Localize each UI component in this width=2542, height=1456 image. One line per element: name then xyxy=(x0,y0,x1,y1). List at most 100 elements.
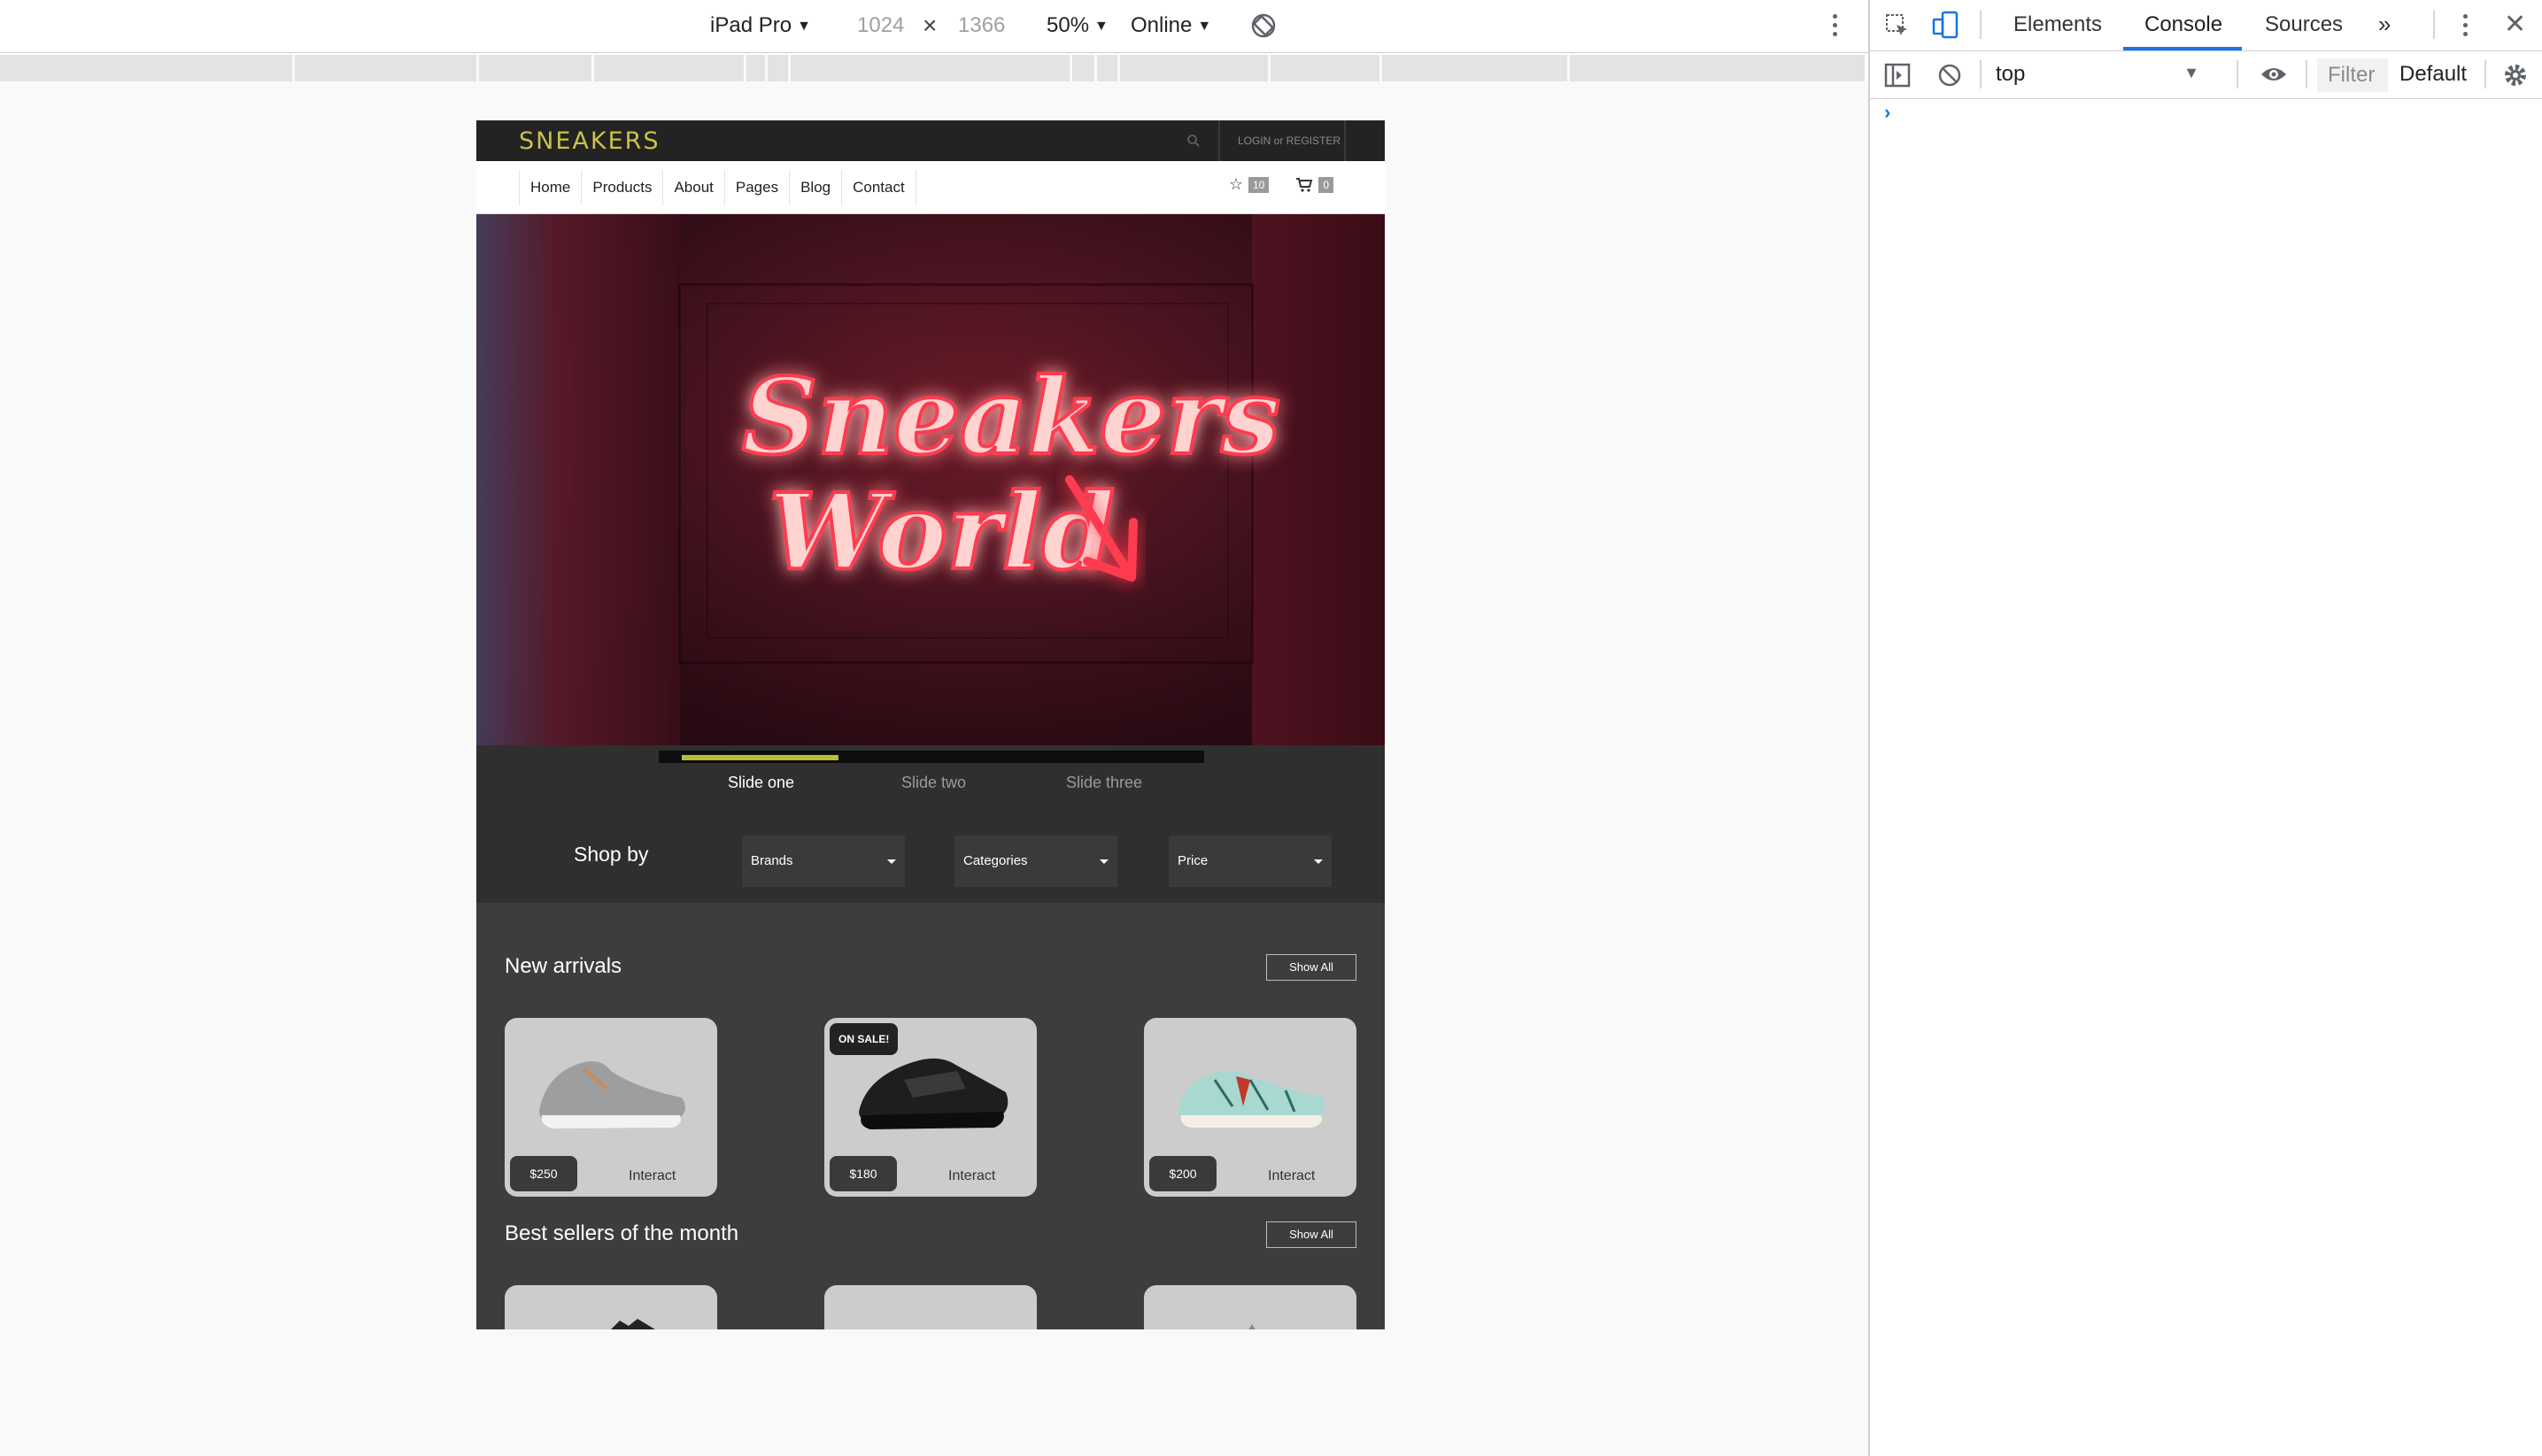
device-toggle-icon[interactable] xyxy=(1932,11,1960,43)
rotate-icon[interactable] xyxy=(1250,12,1277,43)
divider xyxy=(1980,60,1982,89)
nav-blog[interactable]: Blog xyxy=(789,170,841,205)
sneaker-image xyxy=(611,1319,655,1329)
best-sellers-title: Best sellers of the month xyxy=(505,1221,739,1245)
tab-sources[interactable]: Sources xyxy=(2265,12,2343,37)
product-card[interactable]: $250 Interact xyxy=(505,1018,717,1197)
tab-elements[interactable]: Elements xyxy=(2013,12,2102,37)
nav-home[interactable]: Home xyxy=(519,170,581,205)
search-icon[interactable] xyxy=(1186,134,1201,148)
product-card[interactable]: $200 Interact xyxy=(1144,1018,1356,1197)
nav-products[interactable]: Products xyxy=(581,170,662,205)
slider-progress-fill xyxy=(682,755,838,760)
caret-down-icon xyxy=(887,859,896,864)
sidebar-toggle-icon[interactable] xyxy=(1884,63,1911,92)
interact-link[interactable]: Interact xyxy=(948,1168,995,1184)
dropdown-label: Price xyxy=(1178,853,1209,868)
console-toolbar: top ▼ Filter Default xyxy=(1870,51,2542,99)
site-logo[interactable]: SNEAKERS xyxy=(519,127,661,155)
product-card[interactable] xyxy=(1144,1285,1356,1329)
inspect-element-icon[interactable] xyxy=(1884,12,1911,43)
device-select[interactable]: iPad Pro ▼ xyxy=(710,12,811,40)
brands-dropdown[interactable]: Brands xyxy=(742,836,905,887)
devtools-menu-icon[interactable] xyxy=(2463,14,2469,36)
slider-controls: Slide one Slide two Slide three xyxy=(476,745,1385,811)
nav-pages[interactable]: Pages xyxy=(723,170,789,205)
shop-by-title: Shop by xyxy=(574,843,649,866)
slide-two-button[interactable]: Slide two xyxy=(901,774,966,792)
caret-down-icon: ▼ xyxy=(2183,64,2199,81)
viewport-height-input[interactable]: 1366 xyxy=(958,12,1005,39)
console-prompt-icon[interactable]: › xyxy=(1884,101,1890,124)
device-toolbar: iPad Pro ▼ 1024 × 1366 50% ▼ Online ▼ xyxy=(0,0,1868,53)
divider xyxy=(1218,120,1220,161)
interact-link[interactable]: Interact xyxy=(1268,1168,1315,1184)
zoom-value: 50% xyxy=(1047,13,1090,37)
price-tag: $200 xyxy=(1149,1156,1217,1191)
live-expression-eye-icon[interactable] xyxy=(2260,64,2288,89)
caret-down-icon: ▼ xyxy=(1094,19,1109,34)
sneaker-image xyxy=(859,1058,1008,1129)
network-value: Online xyxy=(1131,13,1193,37)
nav-about[interactable]: About xyxy=(662,170,723,205)
star-icon: ☆ xyxy=(1228,175,1243,193)
wishlist-count: 10 xyxy=(1248,176,1270,193)
console-filter-input[interactable]: Filter xyxy=(2317,58,2388,92)
emulated-page: SNEAKERS LOGIN or REGISTER Home Products… xyxy=(476,120,1385,1329)
media-query-ruler xyxy=(0,55,1865,81)
product-card[interactable] xyxy=(505,1285,717,1329)
price-tag: $180 xyxy=(830,1156,897,1191)
clear-console-icon[interactable] xyxy=(1937,63,1962,92)
more-tabs-icon[interactable]: » xyxy=(2378,11,2391,38)
products-section: New arrivals Show All $250 Interact ON S… xyxy=(476,903,1385,1329)
nav-icons: ☆ 10 0 xyxy=(1229,175,1333,194)
viewport-width-input[interactable]: 1024 xyxy=(857,12,904,39)
cart-icon xyxy=(1296,177,1313,192)
login-register-link[interactable]: LOGIN or REGISTER xyxy=(1238,135,1341,147)
devtools-tabbar: Elements Console Sources » ✕ xyxy=(1870,0,2542,51)
active-tab-indicator xyxy=(2123,47,2242,50)
site-navbar: Home Products About Pages Blog Contact ☆… xyxy=(476,161,1385,214)
log-levels-select[interactable]: Default xyxy=(2399,62,2467,87)
more-options-icon[interactable] xyxy=(1833,14,1838,36)
slider-progress xyxy=(659,751,1204,763)
interact-link[interactable]: Interact xyxy=(629,1168,676,1184)
divider xyxy=(2433,11,2435,39)
dropdown-label: Categories xyxy=(963,853,1028,868)
divider xyxy=(2484,60,2486,89)
sneaker-image xyxy=(539,1061,685,1129)
network-select[interactable]: Online ▼ xyxy=(1131,12,1211,40)
caret-down-icon xyxy=(1314,859,1323,864)
best-sellers-show-all-button[interactable]: Show All xyxy=(1266,1221,1356,1248)
close-icon[interactable]: ✕ xyxy=(2504,9,2526,40)
wishlist-button[interactable]: ☆ 10 xyxy=(1229,175,1270,194)
context-value: top xyxy=(1996,62,2026,86)
product-card[interactable] xyxy=(824,1285,1037,1329)
sneaker-image xyxy=(1248,1324,1256,1329)
device-name: iPad Pro xyxy=(710,13,792,37)
site-topbar: SNEAKERS LOGIN or REGISTER xyxy=(476,120,1385,161)
divider xyxy=(2237,60,2238,89)
tab-console[interactable]: Console xyxy=(2144,12,2222,37)
shop-by-bar: Shop by Brands Categories Price xyxy=(476,811,1385,903)
dropdown-label: Brands xyxy=(751,853,793,868)
gear-icon[interactable] xyxy=(2502,62,2529,93)
hero-banner: Sneakers World xyxy=(476,214,1385,745)
times-icon: × xyxy=(923,12,938,39)
product-card[interactable]: ON SALE! $180 Interact xyxy=(824,1018,1037,1197)
divider xyxy=(2306,60,2307,89)
nav-links: Home Products About Pages Blog Contact xyxy=(519,161,916,214)
categories-dropdown[interactable]: Categories xyxy=(954,836,1117,887)
new-arrivals-show-all-button[interactable]: Show All xyxy=(1266,954,1356,981)
slide-one-button[interactable]: Slide one xyxy=(728,774,794,792)
caret-down-icon: ▼ xyxy=(1197,19,1212,34)
slide-three-button[interactable]: Slide three xyxy=(1066,774,1142,792)
neon-text-line1: Sneakers xyxy=(742,355,1280,478)
neon-text-line2: World xyxy=(769,470,1115,593)
zoom-select[interactable]: 50% ▼ xyxy=(1047,12,1109,40)
nav-contact[interactable]: Contact xyxy=(841,170,916,205)
cart-button[interactable]: 0 xyxy=(1295,176,1333,193)
caret-down-icon: ▼ xyxy=(797,19,811,34)
price-dropdown[interactable]: Price xyxy=(1169,836,1332,887)
divider xyxy=(1980,11,1982,39)
